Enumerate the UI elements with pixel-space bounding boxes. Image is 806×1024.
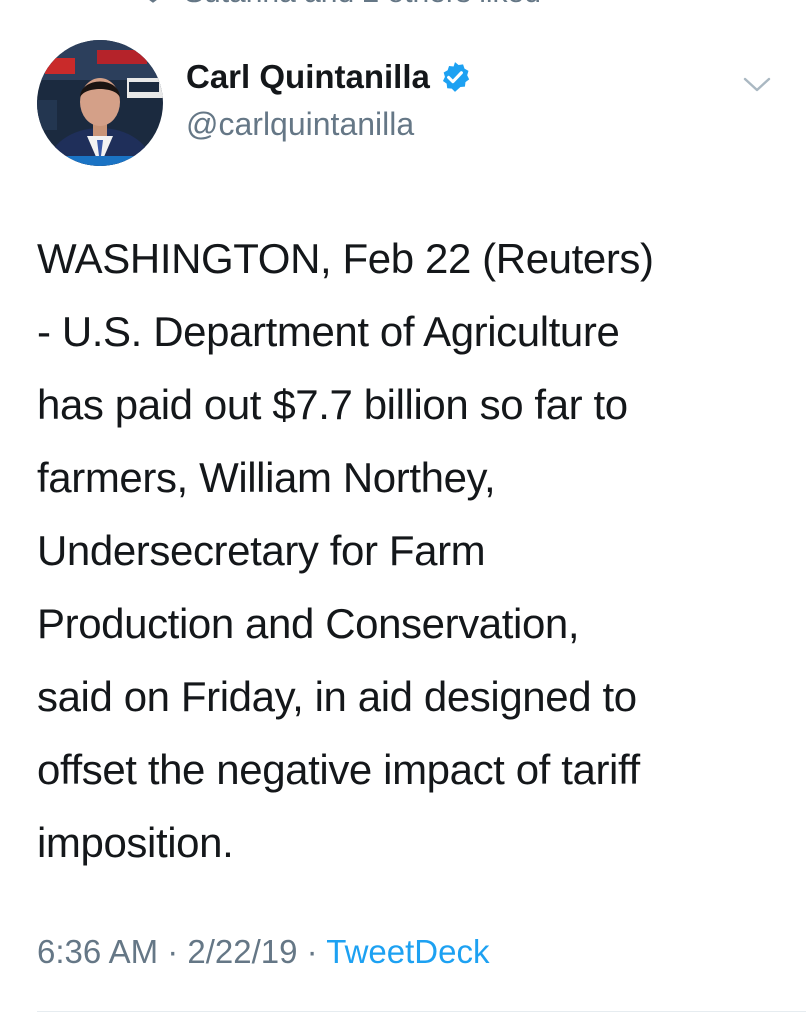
display-name[interactable]: Carl Quintanilla (186, 58, 430, 96)
author-handle[interactable]: @carlquintanilla (186, 106, 414, 143)
social-context-text: Sutanna and 2 others liked (184, 0, 541, 10)
author-name-row[interactable]: Carl Quintanilla (186, 58, 472, 96)
tweet-line: Undersecretary for Farm (37, 527, 486, 574)
meta-separator: · (297, 933, 327, 970)
divider (37, 1011, 806, 1012)
social-context[interactable]: Sutanna and 2 others liked (140, 0, 541, 10)
tweet-line: WASHINGTON, Feb 22 (Reuters) (37, 235, 654, 282)
tweet-time[interactable]: 6:36 AM (37, 933, 158, 970)
tweet-date[interactable]: 2/22/19 (187, 933, 297, 970)
tweet-line: - U.S. Department of Agriculture (37, 308, 620, 355)
verified-badge-icon (442, 62, 470, 92)
tweet-line: offset the negative impact of tariff (37, 746, 640, 793)
tweet-line: imposition. (37, 819, 234, 866)
tweet-line: has paid out $7.7 billion so far to (37, 381, 628, 428)
tweet-line: Production and Conservation, (37, 600, 580, 647)
tweet-line: said on Friday, in aid designed to (37, 673, 637, 720)
tweet-line: farmers, William Northey, (37, 454, 496, 501)
avatar-photo (37, 40, 163, 166)
tweet-meta: 6:36 AM · 2/22/19 · TweetDeck (37, 933, 489, 971)
avatar[interactable] (37, 40, 163, 166)
meta-separator: · (158, 933, 188, 970)
heart-icon (149, 0, 157, 3)
tweet-source-link[interactable]: TweetDeck (326, 933, 489, 970)
chevron-down-icon[interactable] (740, 70, 774, 98)
tweet-text: WASHINGTON, Feb 22 (Reuters) - U.S. Depa… (37, 222, 777, 879)
